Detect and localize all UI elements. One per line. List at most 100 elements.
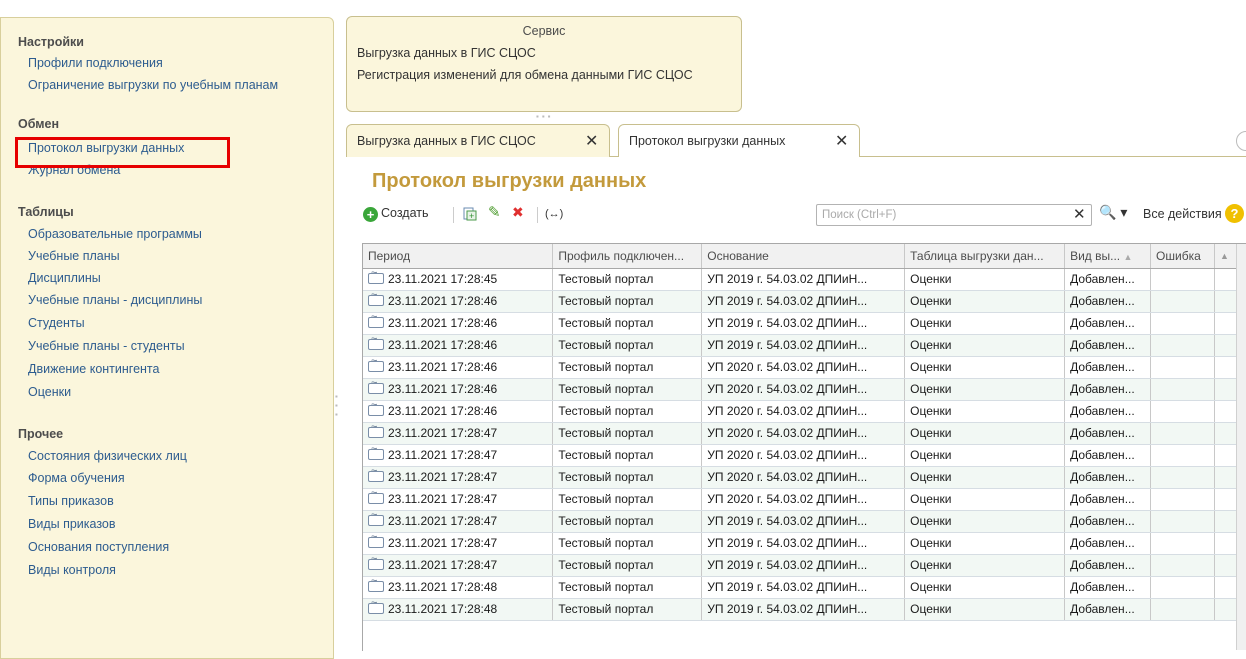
nav-link-person-states[interactable]: Состояния физических лиц <box>28 449 187 463</box>
record-icon <box>368 537 384 548</box>
cell-basis-text: УП 2019 г. 54.03.02 ДПИиН... <box>707 514 867 528</box>
edit-button[interactable]: ✎ <box>488 203 501 221</box>
table-row[interactable]: 23.11.2021 17:28:47Тестовый порталУП 201… <box>363 532 1246 554</box>
cell-kind-text: Добавлен... <box>1070 360 1135 374</box>
tab-menu-icon[interactable] <box>1236 131 1246 151</box>
column-header-error[interactable]: Ошибка <box>1151 244 1215 268</box>
vertical-scrollbar[interactable] <box>1236 244 1246 650</box>
table-row[interactable]: 23.11.2021 17:28:48Тестовый порталУП 201… <box>363 576 1246 598</box>
nav-link-disciplines[interactable]: Дисциплины <box>28 271 101 285</box>
cell-table-text: Оценки <box>910 514 951 528</box>
search-clear-icon[interactable]: ✕ <box>1073 205 1086 223</box>
cell-basis-text: УП 2019 г. 54.03.02 ДПИиН... <box>707 294 867 308</box>
link-button[interactable]: (↔) <box>545 208 563 220</box>
record-icon <box>368 449 384 460</box>
record-icon <box>368 493 384 504</box>
nav-link-plans-students[interactable]: Учебные планы - студенты <box>28 339 185 353</box>
nav-link-study-form[interactable]: Форма обучения <box>28 471 125 485</box>
cell-error <box>1151 598 1215 620</box>
cell-table: Оценки <box>905 598 1065 620</box>
create-button[interactable]: +Создать <box>363 206 429 222</box>
cell-basis: УП 2019 г. 54.03.02 ДПИиН... <box>702 576 905 598</box>
cell-period: 23.11.2021 17:28:47 <box>363 444 553 466</box>
column-header-basis[interactable]: Основание <box>702 244 905 268</box>
tab-upload-close-icon[interactable]: ✕ <box>585 131 598 151</box>
cell-table: Оценки <box>905 290 1065 312</box>
cell-profile-text: Тестовый портал <box>558 470 653 484</box>
nav-link-grades[interactable]: Оценки <box>28 385 71 399</box>
cell-profile-text: Тестовый портал <box>558 492 653 506</box>
cell-period-text: 23.11.2021 17:28:46 <box>388 404 497 418</box>
nav-link-students[interactable]: Студенты <box>28 316 85 330</box>
tab-upload[interactable]: Выгрузка данных в ГИС СЦОС ✕ <box>346 124 610 157</box>
search-input[interactable] <box>816 204 1092 226</box>
column-header-table[interactable]: Таблица выгрузки дан... <box>905 244 1065 268</box>
copy-button[interactable]: + <box>462 206 478 225</box>
nav-link-study-plans[interactable]: Учебные планы <box>28 249 120 263</box>
service-link-register-changes[interactable]: Регистрация изменений для обмена данными… <box>357 68 693 82</box>
record-icon <box>368 317 384 328</box>
cell-kind: Добавлен... <box>1065 356 1151 378</box>
nav-link-edu-programs[interactable]: Образовательные программы <box>28 227 202 241</box>
vertical-splitter[interactable]: ▪▪▪ <box>335 392 341 422</box>
record-icon <box>368 471 384 482</box>
table-row[interactable]: 23.11.2021 17:28:47Тестовый порталУП 201… <box>363 510 1246 532</box>
nav-link-control-types[interactable]: Виды контроля <box>28 563 116 577</box>
help-icon[interactable]: ? <box>1225 204 1244 223</box>
tab-protocol-close-icon[interactable]: ✕ <box>835 131 848 151</box>
cell-basis-text: УП 2020 г. 54.03.02 ДПИиН... <box>707 382 867 396</box>
nav-link-upload-restriction[interactable]: Ограничение выгрузки по учебным планам <box>28 78 278 92</box>
cell-period: 23.11.2021 17:28:48 <box>363 598 553 620</box>
cell-profile-text: Тестовый портал <box>558 580 653 594</box>
cell-kind-text: Добавлен... <box>1070 470 1135 484</box>
protocol-table: Период Профиль подключен... Основание Та… <box>362 243 1246 651</box>
column-header-kind[interactable]: Вид вы... ▲ <box>1065 244 1151 268</box>
table-row[interactable]: 23.11.2021 17:28:46Тестовый порталУП 202… <box>363 378 1246 400</box>
cell-period: 23.11.2021 17:28:47 <box>363 466 553 488</box>
table-row[interactable]: 23.11.2021 17:28:45Тестовый порталУП 201… <box>363 268 1246 290</box>
table-row[interactable]: 23.11.2021 17:28:46Тестовый порталУП 201… <box>363 290 1246 312</box>
cell-profile: Тестовый портал <box>553 444 702 466</box>
table-row[interactable]: 23.11.2021 17:28:47Тестовый портал УП 202… <box>363 444 1246 466</box>
table-row[interactable]: 23.11.2021 17:28:47Тестовый порталУП 201… <box>363 554 1246 576</box>
cell-kind-text: Добавлен... <box>1070 602 1135 616</box>
cell-basis: УП 2020 г. 54.03.02 ДПИиН... <box>702 356 905 378</box>
cell-kind-text: Добавлен... <box>1070 426 1135 440</box>
cell-period: 23.11.2021 17:28:46 <box>363 400 553 422</box>
table-row[interactable]: 23.11.2021 17:28:46Тестовый порталУП 201… <box>363 312 1246 334</box>
tab-upload-label: Выгрузка данных в ГИС СЦОС <box>357 134 536 148</box>
cell-profile: Тестовый портал <box>553 488 702 510</box>
cell-basis-text: УП 2020 г. 54.03.02 ДПИиН... <box>707 470 867 484</box>
section-title-settings: Настройки <box>18 35 84 49</box>
cell-basis-text: УП 2020 г. 54.03.02 ДПИиН... <box>707 448 867 462</box>
column-header-profile[interactable]: Профиль подключен... <box>553 244 702 268</box>
cell-period-text: 23.11.2021 17:28:47 <box>388 492 497 506</box>
table-row[interactable]: 23.11.2021 17:28:48Тестовый порталУП 201… <box>363 598 1246 620</box>
table-row[interactable]: 23.11.2021 17:28:46Тестовый порталУП 202… <box>363 400 1246 422</box>
table-row[interactable]: 23.11.2021 17:28:47Тестовый порталУП 202… <box>363 422 1246 444</box>
cell-profile: Тестовый портал <box>553 312 702 334</box>
cell-basis-text: УП 2019 г. 54.03.02 ДПИиН... <box>707 558 867 572</box>
nav-link-connection-profiles[interactable]: Профили подключения <box>28 56 163 70</box>
delete-button[interactable]: ✖ <box>512 204 524 221</box>
service-link-upload[interactable]: Выгрузка данных в ГИС СЦОС <box>357 46 536 60</box>
nav-link-order-types[interactable]: Типы приказов <box>28 494 114 508</box>
cell-table: Оценки <box>905 488 1065 510</box>
tab-upload-protocol[interactable]: Протокол выгрузки данных ✕ <box>618 124 860 157</box>
column-header-kind-label: Вид вы... <box>1070 249 1120 263</box>
table-row[interactable]: 23.11.2021 17:28:46Тестовый порталУП 202… <box>363 356 1246 378</box>
search-button[interactable]: 🔍 ▾ <box>1099 204 1127 221</box>
table-row[interactable]: 23.11.2021 17:28:46Тестовый порталУП 201… <box>363 334 1246 356</box>
cell-profile: Тестовый портал <box>553 422 702 444</box>
horizontal-splitter[interactable]: ▪▪▪ <box>536 112 554 121</box>
cell-kind-text: Добавлен... <box>1070 338 1135 352</box>
table-row[interactable]: 23.11.2021 17:28:47 Тестовый портал УП 202… <box>363 466 1246 488</box>
nav-link-contingent-movement[interactable]: Движение контингента <box>28 362 159 376</box>
nav-link-plans-disciplines[interactable]: Учебные планы - дисциплины <box>28 293 202 307</box>
nav-link-admission-grounds[interactable]: Основания поступления <box>28 540 169 554</box>
nav-link-order-kinds[interactable]: Виды приказов <box>28 517 116 531</box>
cell-kind-text: Добавлен... <box>1070 382 1135 396</box>
column-header-period[interactable]: Период <box>363 244 553 268</box>
table-row[interactable]: 23.11.2021 17:28:47Тестовый порталУП 202… <box>363 488 1246 510</box>
all-actions-menu[interactable]: Все действия ▾ <box>1143 206 1231 221</box>
